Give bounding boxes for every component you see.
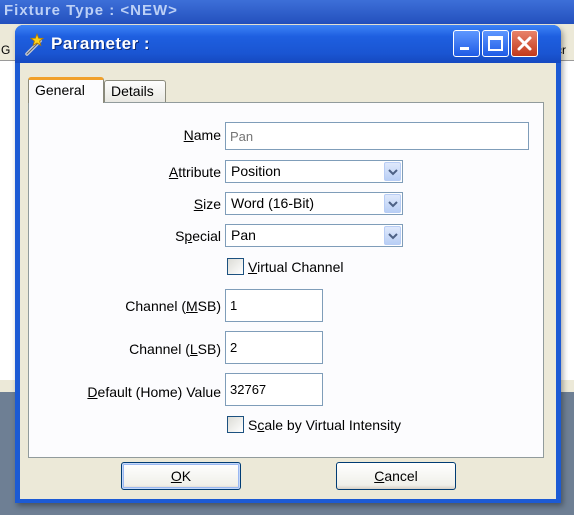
general-tab-panel: Name Attribute Position Size Word (16-Bi… xyxy=(28,102,544,458)
tab-general[interactable]: General xyxy=(28,77,104,103)
attribute-label: Attribute xyxy=(168,164,221,180)
close-icon xyxy=(517,36,532,51)
virtual-channel-label[interactable]: Virtual Channel xyxy=(248,259,343,275)
attribute-select[interactable]: Position xyxy=(225,160,403,183)
attribute-value: Position xyxy=(231,163,281,179)
background-window-titlebar: Fixture Type : <NEW> xyxy=(0,0,574,24)
attribute-dropdown-button[interactable] xyxy=(384,162,401,181)
default-value-label: Default (Home) Value xyxy=(87,384,221,400)
maximize-icon xyxy=(488,36,503,51)
special-value: Pan xyxy=(231,227,256,243)
default-value-field[interactable] xyxy=(225,373,323,406)
size-dropdown-button[interactable] xyxy=(384,194,401,213)
chevron-down-icon xyxy=(388,233,398,240)
ok-button[interactable]: OK xyxy=(121,462,241,490)
wand-icon xyxy=(23,32,47,56)
scale-virtual-intensity-checkbox[interactable] xyxy=(227,416,244,433)
background-window-title: Fixture Type : <NEW> xyxy=(4,2,178,19)
size-select[interactable]: Word (16-Bit) xyxy=(225,192,403,215)
special-dropdown-button[interactable] xyxy=(384,226,401,245)
tab-general-label: General xyxy=(35,82,85,98)
dialog-client-area: General Details Name Attribute Position … xyxy=(20,63,556,499)
cancel-button[interactable]: Cancel xyxy=(336,462,456,490)
minimize-button[interactable] xyxy=(453,30,480,57)
channel-msb-field[interactable] xyxy=(225,289,323,322)
channel-msb-label: Channel (MSB) xyxy=(125,298,221,314)
tab-details[interactable]: Details xyxy=(104,80,166,102)
minimize-icon xyxy=(460,47,469,50)
channel-lsb-field[interactable] xyxy=(225,331,323,364)
chevron-down-icon xyxy=(388,169,398,176)
name-field[interactable] xyxy=(225,122,529,150)
tab-details-label: Details xyxy=(111,83,154,99)
maximize-button[interactable] xyxy=(482,30,509,57)
background-left-fragment: G xyxy=(1,43,11,57)
virtual-channel-checkbox[interactable] xyxy=(227,258,244,275)
special-label: Special xyxy=(175,228,221,244)
dialog-title: Parameter : xyxy=(51,34,151,53)
name-label: Name xyxy=(183,127,221,143)
size-value: Word (16-Bit) xyxy=(231,195,314,211)
parameter-dialog: Parameter : General Details Name Attri xyxy=(15,25,561,503)
size-label: Size xyxy=(193,196,221,212)
chevron-down-icon xyxy=(388,201,398,208)
scale-virtual-intensity-label[interactable]: Scale by Virtual Intensity xyxy=(248,417,401,433)
special-select[interactable]: Pan xyxy=(225,224,403,247)
channel-lsb-label: Channel (LSB) xyxy=(129,341,221,357)
close-button[interactable] xyxy=(511,30,538,57)
dialog-titlebar[interactable]: Parameter : xyxy=(15,25,561,63)
